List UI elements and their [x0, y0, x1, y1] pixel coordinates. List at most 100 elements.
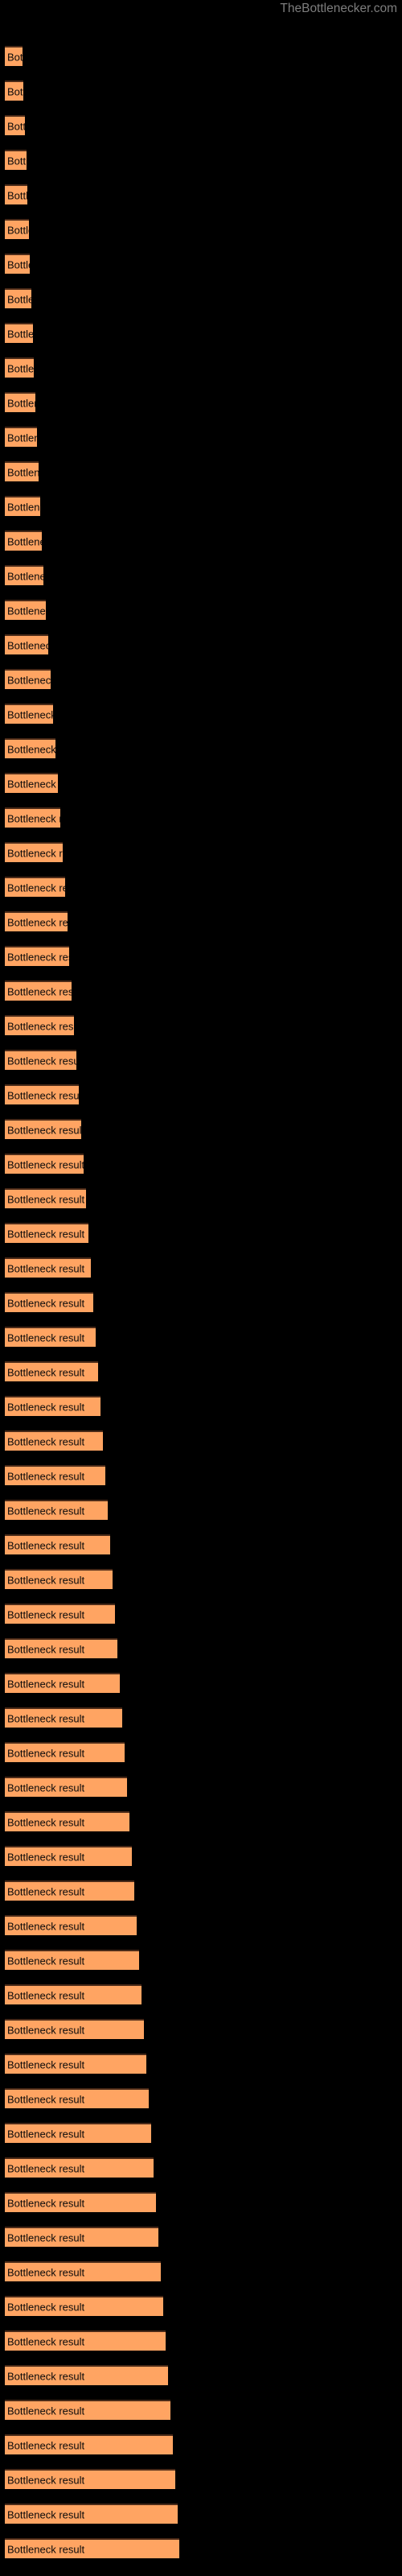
bar-label: Bottleneck result — [7, 535, 42, 547]
bar-18[interactable]: Bottleneck result — [5, 634, 48, 654]
bar-label: Bottleneck result — [7, 1955, 85, 1967]
bar-49[interactable]: Bottleneck result — [5, 1707, 122, 1728]
bar-70[interactable]: Bottleneck result — [5, 2434, 173, 2454]
bar-69[interactable]: Bottleneck result — [5, 2400, 170, 2420]
bar-60[interactable]: Bottleneck result — [5, 2088, 149, 2108]
bar-14[interactable]: Bottleneck result — [5, 496, 40, 516]
bar-30[interactable]: Bottleneck result — [5, 1050, 76, 1070]
bar-64[interactable]: Bottleneck result — [5, 2227, 158, 2247]
bar-46[interactable]: Bottleneck result — [5, 1604, 115, 1624]
bar-15[interactable]: Bottleneck result — [5, 530, 42, 551]
bar-label: Bottleneck result — [7, 570, 43, 582]
bar-label: Bottleneck result — [7, 51, 23, 63]
bar-label: Bottleneck result — [7, 743, 55, 755]
bar-label: Bottleneck result — [7, 1158, 84, 1170]
bar-label: Bottleneck result — [7, 1678, 85, 1690]
bar-38[interactable]: Bottleneck result — [5, 1327, 96, 1347]
bar-label: Bottleneck result — [7, 466, 39, 478]
bar-22[interactable]: Bottleneck result — [5, 773, 58, 793]
bar-37[interactable]: Bottleneck result — [5, 1292, 93, 1312]
bar-label: Bottleneck result — [7, 1781, 85, 1794]
bar-68[interactable]: Bottleneck result — [5, 2365, 168, 2385]
bar-1[interactable]: Bottleneck result — [5, 46, 23, 66]
bar-4[interactable]: Bottleneck result — [5, 150, 27, 170]
bar-label: Bottleneck result — [7, 1020, 74, 1032]
bar-45[interactable]: Bottleneck result — [5, 1569, 113, 1589]
bar-label: Bottleneck result — [7, 1747, 85, 1759]
bar-42[interactable]: Bottleneck result — [5, 1465, 105, 1485]
bar-43[interactable]: Bottleneck result — [5, 1500, 108, 1520]
bar-8[interactable]: Bottleneck result — [5, 288, 31, 308]
bar-label: Bottleneck result — [7, 639, 48, 651]
bar-41[interactable]: Bottleneck result — [5, 1430, 103, 1451]
bar-50[interactable]: Bottleneck result — [5, 1742, 125, 1762]
bar-label: Bottleneck result — [7, 1643, 85, 1655]
bar-56[interactable]: Bottleneck result — [5, 1950, 139, 1970]
bar-label: Bottleneck result — [7, 1124, 81, 1136]
bar-61[interactable]: Bottleneck result — [5, 2123, 151, 2143]
bar-16[interactable]: Bottleneck result — [5, 565, 43, 585]
bar-35[interactable]: Bottleneck result — [5, 1223, 88, 1243]
bar-17[interactable]: Bottleneck result — [5, 600, 46, 620]
bar-52[interactable]: Bottleneck result — [5, 1811, 129, 1831]
bar-label: Bottleneck result — [7, 2024, 85, 2036]
bar-32[interactable]: Bottleneck result — [5, 1119, 81, 1139]
bar-19[interactable]: Bottleneck result — [5, 669, 51, 689]
bar-label: Bottleneck result — [7, 1297, 85, 1309]
bar-3[interactable]: Bottleneck result — [5, 115, 25, 135]
bar-12[interactable]: Bottleneck result — [5, 427, 37, 447]
bar-26[interactable]: Bottleneck result — [5, 911, 68, 931]
bar-67[interactable]: Bottleneck result — [5, 2330, 166, 2351]
bar-10[interactable]: Bottleneck result — [5, 357, 34, 378]
bar-24[interactable]: Bottleneck result — [5, 842, 63, 862]
bar-65[interactable]: Bottleneck result — [5, 2261, 161, 2281]
bar-57[interactable]: Bottleneck result — [5, 1984, 142, 2004]
bar-66[interactable]: Bottleneck result — [5, 2296, 163, 2316]
bar-28[interactable]: Bottleneck result — [5, 980, 72, 1001]
bar-29[interactable]: Bottleneck result — [5, 1015, 74, 1035]
bar-label: Bottleneck result — [7, 1539, 85, 1551]
bar-34[interactable]: Bottleneck result — [5, 1188, 86, 1208]
bar-7[interactable]: Bottleneck result — [5, 254, 30, 274]
bar-48[interactable]: Bottleneck result — [5, 1673, 120, 1693]
bar-2[interactable]: Bottleneck result — [5, 80, 23, 101]
bar-label: Bottleneck result — [7, 155, 27, 167]
bar-53[interactable]: Bottleneck result — [5, 1846, 132, 1866]
bar-label: Bottleneck result — [7, 1920, 85, 1932]
bar-58[interactable]: Bottleneck result — [5, 2019, 144, 2039]
bar-27[interactable]: Bottleneck result — [5, 946, 69, 966]
bar-36[interactable]: Bottleneck result — [5, 1257, 91, 1278]
bar-59[interactable]: Bottleneck result — [5, 2054, 146, 2074]
bar-73[interactable]: Bottleneck result — [5, 2538, 179, 2558]
bar-5[interactable]: Bottleneck result — [5, 184, 27, 204]
bar-62[interactable]: Bottleneck result — [5, 2157, 154, 2178]
bar-label: Bottleneck result — [7, 1885, 85, 1897]
bar-label: Bottleneck result — [7, 362, 34, 374]
bar-55[interactable]: Bottleneck result — [5, 1915, 137, 1935]
bottleneck-horizontal-bar-chart: Bottleneck result Bottleneck result Bottle… — [0, 0, 402, 2576]
bar-40[interactable]: Bottleneck result — [5, 1396, 100, 1416]
bar-11[interactable]: Bottleneck result — [5, 392, 35, 412]
bar-label: Bottleneck result — [7, 2266, 85, 2278]
bar-label: Bottleneck result — [7, 2128, 85, 2140]
bar-47[interactable]: Bottleneck result — [5, 1638, 117, 1658]
bar-label: Bottleneck result — [7, 1193, 85, 1205]
bar-54[interactable]: Bottleneck result — [5, 1880, 134, 1901]
bar-71[interactable]: Bottleneck result — [5, 2469, 175, 2489]
bar-13[interactable]: Bottleneck result — [5, 461, 39, 481]
bar-21[interactable]: Bottleneck result — [5, 738, 55, 758]
bar-20[interactable]: Bottleneck result — [5, 704, 53, 724]
bar-39[interactable]: Bottleneck result — [5, 1361, 98, 1381]
bar-9[interactable]: Bottleneck result — [5, 323, 33, 343]
bar-51[interactable]: Bottleneck result — [5, 1777, 127, 1797]
bar-33[interactable]: Bottleneck result — [5, 1154, 84, 1174]
bar-44[interactable]: Bottleneck result — [5, 1534, 110, 1554]
bar-63[interactable]: Bottleneck result — [5, 2192, 156, 2212]
bar-label: Bottleneck result — [7, 2093, 85, 2105]
bar-6[interactable]: Bottleneck result — [5, 219, 29, 239]
bar-23[interactable]: Bottleneck result — [5, 807, 60, 828]
bar-label: Bottleneck result — [7, 2058, 85, 2070]
bar-25[interactable]: Bottleneck result — [5, 877, 65, 897]
bar-31[interactable]: Bottleneck result — [5, 1084, 79, 1104]
bar-72[interactable]: Bottleneck result — [5, 2504, 178, 2524]
